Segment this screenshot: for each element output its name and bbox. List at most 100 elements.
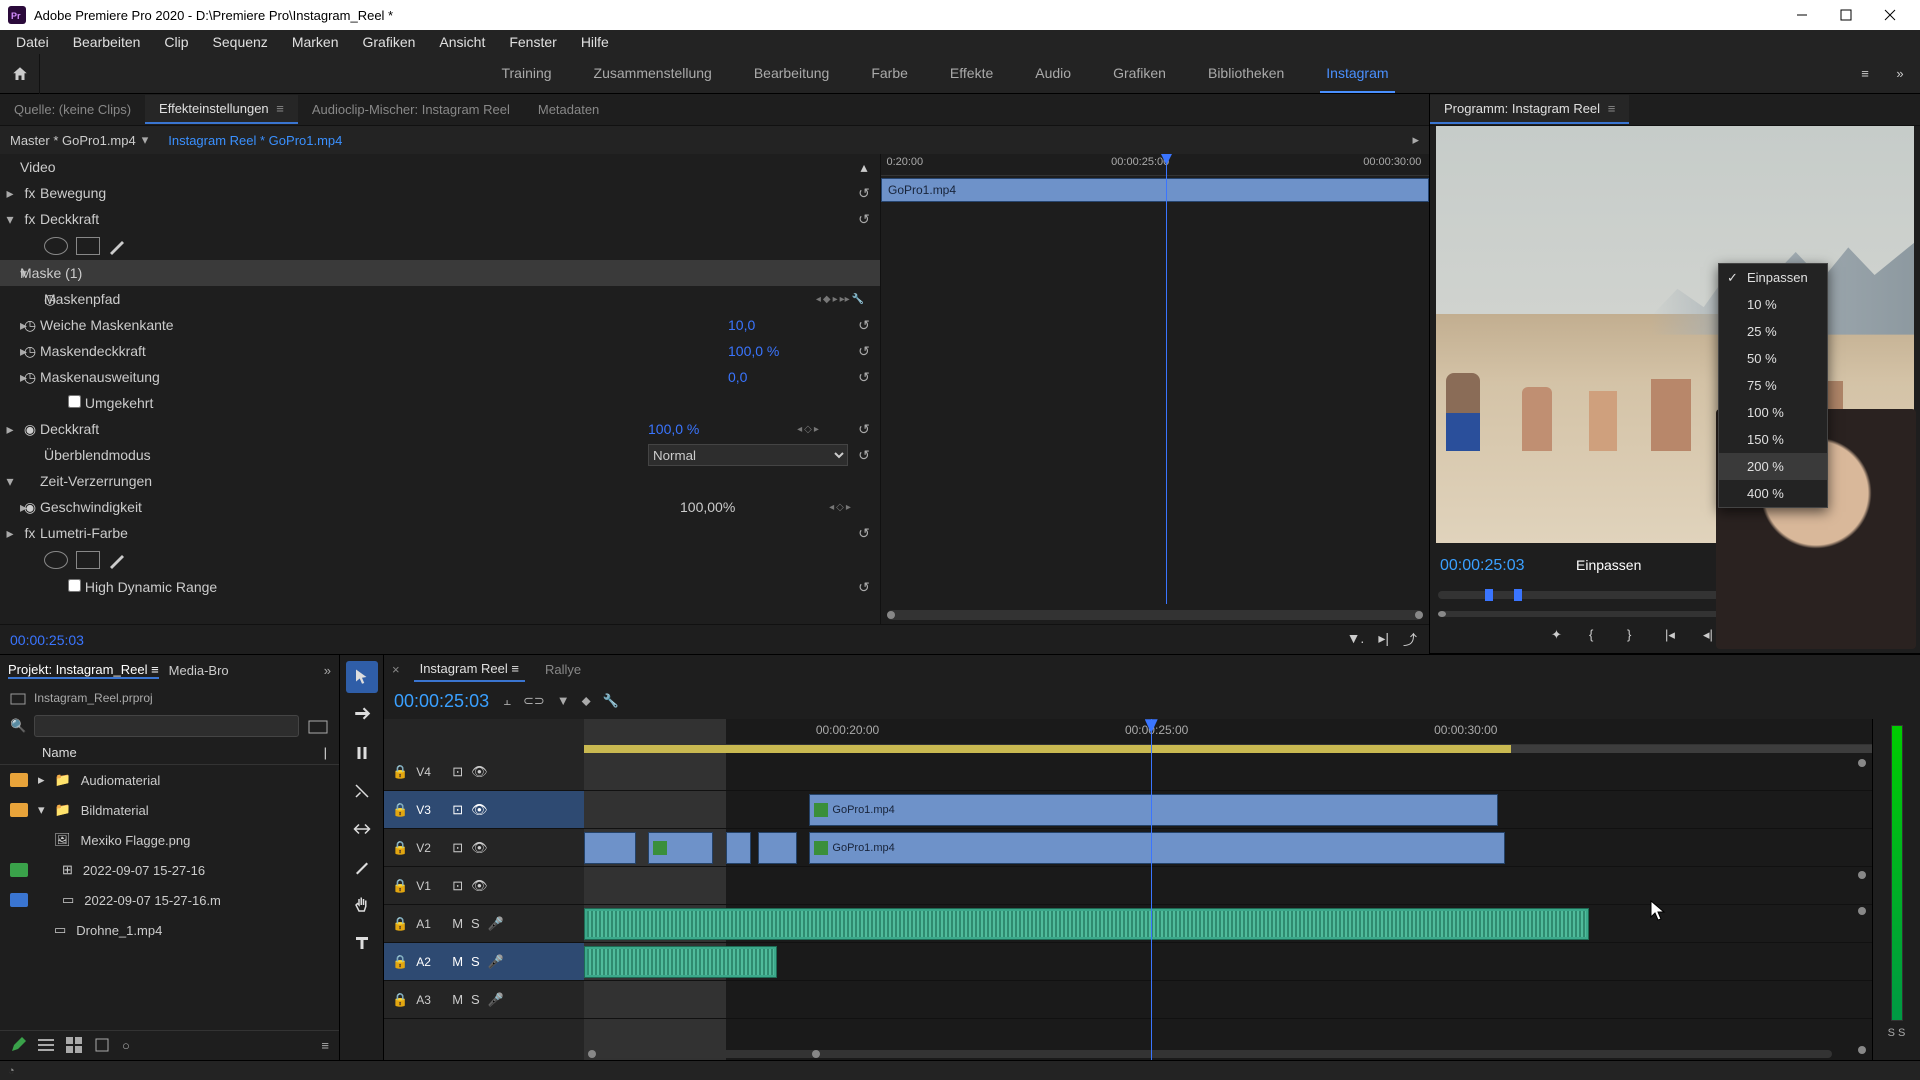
freeform-view-icon[interactable] [94, 1037, 110, 1053]
close-tab-icon[interactable]: × [392, 662, 400, 677]
reset-icon[interactable]: ↺ [848, 525, 880, 542]
track-header-v2[interactable]: 🔒V2⊡👁 [384, 829, 584, 867]
expand-icon[interactable]: » [324, 663, 331, 678]
ellipse-mask-icon[interactable] [44, 237, 68, 255]
reset-icon[interactable]: ↺ [848, 579, 880, 596]
zoom-option-25[interactable]: 25 % [1719, 318, 1827, 345]
kf-next-icon[interactable]: ▸ [814, 424, 819, 435]
list-item[interactable]: ▭Drohne_1.mp4 [0, 915, 339, 945]
reset-icon[interactable]: ↺ [848, 447, 880, 464]
kf-prev-icon[interactable]: ◂ [797, 424, 802, 435]
reset-icon[interactable]: ↺ [848, 185, 880, 202]
rectangle-mask-icon[interactable] [76, 551, 100, 569]
wrench-icon[interactable]: 🔧 [603, 693, 619, 709]
stopwatch-icon[interactable]: ◷ [20, 343, 40, 360]
ws-audio[interactable]: Audio [1029, 55, 1077, 93]
hand-tool[interactable] [346, 889, 378, 921]
kf-prev-icon[interactable]: ◂ [829, 502, 834, 513]
add-marker-icon[interactable]: ▼ [557, 693, 570, 709]
mic-icon[interactable]: 🎤 [488, 992, 504, 1008]
maximize-button[interactable] [1824, 0, 1868, 30]
slip-tool[interactable] [346, 813, 378, 845]
zoom-option-150[interactable]: 150 % [1719, 426, 1827, 453]
stopwatch-icon[interactable]: ◷ [0, 291, 44, 308]
tab-source[interactable]: Quelle: (keine Clips) [0, 96, 145, 123]
kf-add-icon[interactable]: ◆ [823, 294, 831, 305]
effect-timeline[interactable]: 0:20:00 00:00:25:00 00:00:30:00 GoPro1.m… [880, 154, 1429, 624]
work-area-bar[interactable] [584, 745, 1872, 753]
track-header-a3[interactable]: 🔒A3MS🎤 [384, 981, 584, 1019]
val-geschw[interactable]: 100,00% [680, 499, 800, 515]
mark-out-icon[interactable]: } [1627, 627, 1647, 647]
stopwatch-icon[interactable]: ◷ [20, 317, 40, 334]
menu-grafiken[interactable]: Grafiken [353, 32, 426, 52]
program-time[interactable]: 00:00:25:03 [1440, 557, 1525, 575]
kf-add-icon[interactable]: ◇ [804, 424, 812, 435]
lock-icon[interactable]: 🔒 [392, 992, 408, 1008]
prop-lumetri[interactable]: Lumetri-Farbe [40, 525, 848, 541]
workspace-menu-icon[interactable]: ≡ [1850, 66, 1880, 81]
track-v1[interactable] [584, 867, 1872, 905]
mic-icon[interactable]: 🎤 [488, 916, 504, 932]
rectangle-mask-icon[interactable] [76, 237, 100, 255]
prop-deckkraft[interactable]: Deckkraft [40, 211, 848, 227]
lock-icon[interactable]: 🔒 [392, 916, 408, 932]
search-input[interactable] [34, 715, 299, 737]
zoom-slider-handle[interactable]: ○ [122, 1038, 130, 1053]
scroll-handle-icon[interactable] [588, 1050, 596, 1058]
snap-icon[interactable]: ⫠ [503, 693, 511, 709]
home-button[interactable] [0, 54, 40, 94]
checkbox-umgekehrt[interactable]: Umgekehrt [0, 395, 880, 411]
workspace-overflow-icon[interactable]: » [1880, 66, 1920, 81]
track-v2[interactable]: GoPro1.mp4 [584, 829, 1872, 867]
prop-maske[interactable]: Maske (1) [20, 265, 880, 281]
expand-icon[interactable]: ▾ [38, 802, 45, 818]
zoom-option-50[interactable]: 50 % [1719, 345, 1827, 372]
menu-ansicht[interactable]: Ansicht [429, 32, 495, 52]
pen-mask-icon[interactable] [108, 237, 128, 255]
track-a1[interactable] [584, 905, 1872, 943]
panel-menu-icon[interactable]: ≡ [276, 101, 284, 116]
val-mdeck[interactable]: 100,0 % [728, 343, 848, 359]
list-view-icon[interactable] [38, 1037, 54, 1053]
pen-mask-icon[interactable] [108, 551, 128, 569]
fx-icon[interactable]: fx [20, 211, 40, 227]
stopwatch-icon[interactable]: ◷ [20, 369, 40, 386]
ws-farbe[interactable]: Farbe [865, 55, 914, 93]
ws-effekte[interactable]: Effekte [944, 55, 999, 93]
audio-clip-a1[interactable] [584, 908, 1589, 940]
ws-zusammenstellung[interactable]: Zusammenstellung [588, 55, 718, 93]
list-item[interactable]: ⊞2022-09-07 15-27-16 [0, 855, 339, 885]
zoom-option-400[interactable]: 400 % [1719, 480, 1827, 507]
minimize-button[interactable] [1780, 0, 1824, 30]
menu-sequenz[interactable]: Sequenz [203, 32, 278, 52]
mini-clip-bar[interactable]: GoPro1.mp4 [881, 178, 1429, 202]
scroll-handle-icon[interactable] [812, 1050, 820, 1058]
prop-maskenpfad[interactable]: Maskenpfad [44, 291, 800, 307]
sequence-clip-label[interactable]: Instagram Reel * GoPro1.mp4 [168, 133, 342, 148]
timeline-zoom-scrollbar[interactable] [588, 1050, 1832, 1058]
mini-ruler[interactable]: 0:20:00 00:00:25:00 00:00:30:00 [881, 154, 1429, 176]
kf-play-icon[interactable]: ▸▸ [840, 294, 850, 305]
timeline-playhead[interactable] [1151, 719, 1152, 1060]
add-marker-icon[interactable]: ✦ [1551, 627, 1571, 647]
clip-v2-a[interactable] [584, 832, 636, 864]
icon-view-icon[interactable] [66, 1037, 82, 1053]
menu-fenster[interactable]: Fenster [499, 32, 566, 52]
clip-v2-d[interactable] [758, 832, 797, 864]
track-v3[interactable]: GoPro1.mp4 [584, 791, 1872, 829]
prop-bewegung[interactable]: Bewegung [40, 185, 848, 201]
clip-v2-e[interactable]: GoPro1.mp4 [809, 832, 1505, 864]
zoom-option-75[interactable]: 75 % [1719, 372, 1827, 399]
playhead-time[interactable]: 00:00:25:03 [10, 632, 84, 648]
sync-lock-icon[interactable]: ⊡ [452, 840, 463, 856]
stopwatch-icon[interactable]: ◉ [20, 499, 40, 516]
collapse-icon[interactable]: ▾ [0, 473, 20, 490]
reset-icon[interactable]: ↺ [848, 211, 880, 228]
sync-lock-icon[interactable]: ⊡ [452, 764, 463, 780]
ws-bibliotheken[interactable]: Bibliotheken [1202, 55, 1290, 93]
clip-v2-b[interactable] [648, 832, 712, 864]
sync-lock-icon[interactable]: ⊡ [452, 802, 463, 818]
tab-effect-settings[interactable]: Effekteinstellungen ≡ [145, 95, 298, 124]
track-header-v1[interactable]: 🔒V1⊡👁 [384, 867, 584, 905]
